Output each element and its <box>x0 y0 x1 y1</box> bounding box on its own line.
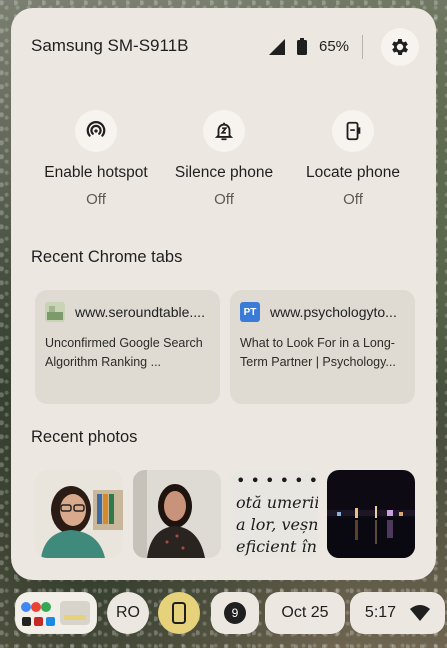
phone-hub-panel: Samsung SM-S911B 65% Enable hotspot Off <box>11 8 436 580</box>
locate-phone-icon <box>346 121 361 141</box>
tab-url: www.psychologyto... <box>270 304 397 320</box>
recent-tabs-title: Recent Chrome tabs <box>31 248 183 266</box>
photo-thumbnail[interactable]: • • • • • • • otă umerii. a lor, veșn ef… <box>230 470 318 558</box>
ime-label: RO <box>116 604 140 621</box>
phone-hub-preview-icon <box>16 593 96 633</box>
locate-status: Off <box>343 191 363 208</box>
favicon-text: PT <box>243 306 257 318</box>
silence-action[interactable]: Silence phone Off <box>159 110 289 208</box>
ime-menu-button[interactable]: RO <box>107 592 149 634</box>
photo-thumbnail[interactable] <box>133 470 221 558</box>
locate-action[interactable]: Locate phone Off <box>288 110 418 208</box>
notification-button[interactable]: 9 <box>211 592 259 634</box>
header-divider <box>362 35 363 59</box>
seroundtable-favicon-icon <box>45 302 65 322</box>
settings-button[interactable] <box>381 28 419 66</box>
date-label: Oct 25 <box>281 604 329 621</box>
hotspot-status: Off <box>86 191 106 208</box>
tab-title: What to Look For in a Long-Term Partner … <box>240 336 396 369</box>
notification-count: 9 <box>231 606 239 620</box>
psychologytoday-favicon-icon: PT <box>240 302 260 322</box>
date-tray-button[interactable]: Oct 25 <box>265 592 345 634</box>
photo-image <box>327 470 415 558</box>
photo-text-line: • • • • • • • <box>236 471 318 490</box>
recent-photos-title: Recent photos <box>31 428 138 446</box>
phone-icon <box>172 602 186 624</box>
system-tray-button[interactable]: 5:17 <box>350 592 445 634</box>
locate-label: Locate phone <box>306 164 400 181</box>
time-label: 5:17 <box>364 604 397 621</box>
signal-icon <box>269 39 285 55</box>
hotspot-button[interactable] <box>75 110 117 152</box>
tab-title: Unconfirmed Google Search Algorithm Rank… <box>45 336 203 369</box>
hotspot-icon <box>86 121 106 137</box>
battery-icon <box>297 38 307 55</box>
tab-url: www.seroundtable.... <box>75 304 205 320</box>
photo-image <box>133 470 221 558</box>
silence-bell-icon <box>214 122 234 141</box>
chrome-tab-card[interactable]: www.seroundtable.... Unconfirmed Google … <box>35 290 220 404</box>
photo-text-line: eficient în <box>236 537 317 556</box>
phone-hub-tray-button[interactable] <box>15 592 97 634</box>
notification-count-badge: 9 <box>224 602 246 624</box>
phone-hub-button[interactable] <box>158 592 200 634</box>
silence-button[interactable] <box>203 110 245 152</box>
gear-icon <box>392 39 408 55</box>
photo-thumbnail[interactable] <box>327 470 415 558</box>
hotspot-action[interactable]: Enable hotspot Off <box>31 110 161 208</box>
device-name: Samsung SM-S911B <box>31 36 189 55</box>
photo-image <box>35 470 123 558</box>
wifi-icon <box>410 605 431 621</box>
chrome-tab-card[interactable]: PT www.psychologyto... What to Look For … <box>230 290 415 404</box>
silence-label: Silence phone <box>174 164 274 181</box>
silence-status: Off <box>214 191 234 208</box>
photo-text-line: a lor, veșn <box>236 515 318 534</box>
battery-percent: 65% <box>319 38 350 55</box>
photo-text-line: otă umerii. <box>236 493 318 512</box>
photo-thumbnail[interactable] <box>35 470 123 558</box>
hotspot-label: Enable hotspot <box>44 164 148 181</box>
locate-button[interactable] <box>332 110 374 152</box>
